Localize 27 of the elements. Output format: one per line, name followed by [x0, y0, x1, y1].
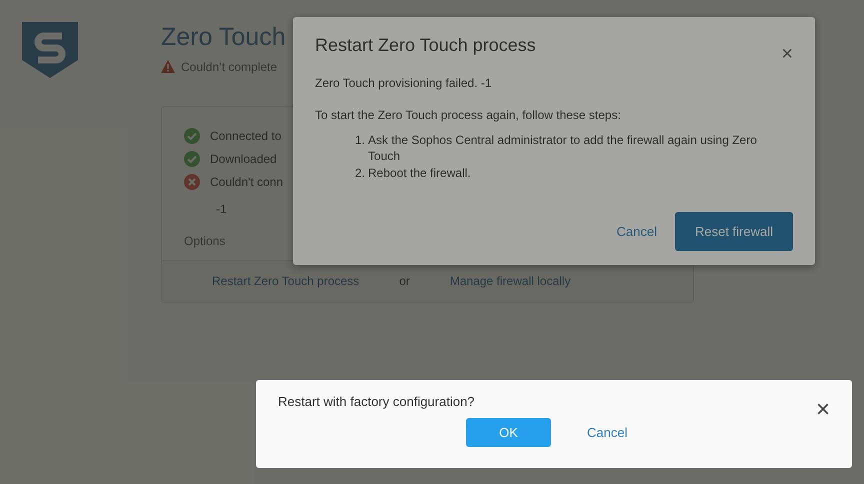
- dialog-title: Restart Zero Touch process: [315, 35, 536, 57]
- check-icon: [184, 151, 200, 167]
- reset-firewall-button[interactable]: Reset firewall: [674, 212, 793, 252]
- status-text: Connected to: [210, 128, 282, 145]
- option-link[interactable]: Restart Zero Touch process: [212, 272, 360, 290]
- close-button[interactable]: ×: [816, 398, 830, 422]
- status-text: Couldn't conn: [210, 174, 284, 191]
- check-icon: [184, 128, 200, 144]
- confirm-message: Restart with factory configuration?: [278, 393, 475, 411]
- close-button[interactable]: ×: [781, 35, 793, 74]
- shield-logo-icon: [22, 22, 78, 78]
- option-link[interactable]: Manage firewall locally: [450, 272, 571, 290]
- ok-button[interactable]: OK: [466, 418, 551, 447]
- step-number: 2.: [355, 165, 366, 182]
- separator-text: or: [399, 273, 410, 290]
- instruction-step: Ask the Sophos Central administrator to add the firewall again using Zero Touch: [368, 132, 788, 166]
- step-number: 1.: [355, 132, 366, 149]
- page-title: Zero Touch: [161, 24, 286, 52]
- warning-icon: [161, 60, 175, 73]
- instruction-step: Reboot the firewall.: [368, 165, 471, 182]
- error-code: -1: [216, 200, 227, 218]
- dialog-message: Zero Touch provisioning failed. -1: [315, 74, 493, 92]
- error-icon: [184, 174, 200, 190]
- cancel-link[interactable]: Cancel: [587, 422, 628, 442]
- cancel-link[interactable]: Cancel: [616, 222, 657, 242]
- dialog-instructions: To start the Zero Touch process again, follow these steps:: [315, 106, 622, 124]
- status-text: Downloaded: [210, 151, 277, 168]
